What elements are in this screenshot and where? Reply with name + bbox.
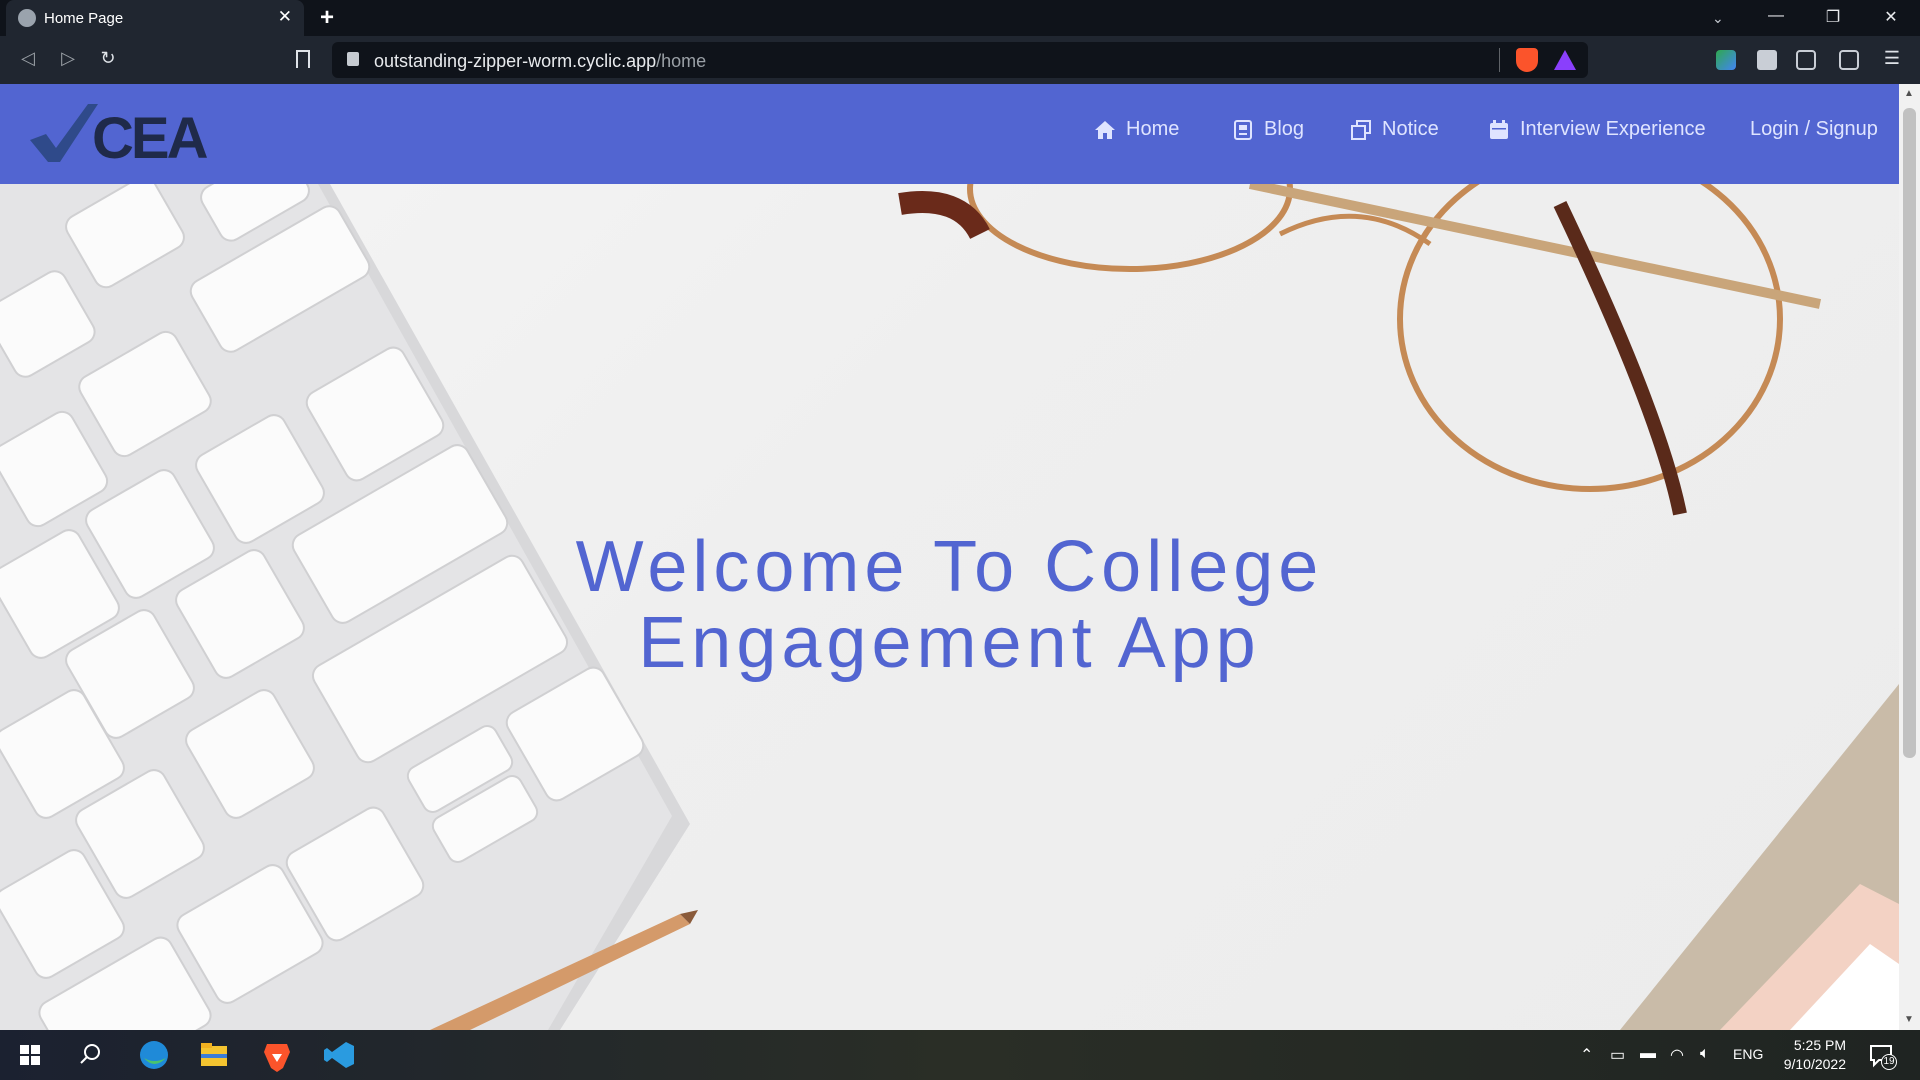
show-hidden-icons-icon[interactable]: ⌃: [1580, 1045, 1593, 1065]
calendar-icon: [1490, 119, 1508, 139]
glasses-illustration: [898, 184, 1822, 516]
tab-title: Home Page: [44, 10, 124, 27]
nav-home[interactable]: Home: [1094, 118, 1179, 141]
restore-icon[interactable]: ❐: [1818, 7, 1848, 27]
extensions-puzzle-icon[interactable]: [1757, 50, 1777, 70]
nav-interview-label: Interview Experience: [1520, 118, 1706, 140]
address-bar[interactable]: outstanding-zipper-worm.cyclic.app/home: [332, 42, 1588, 78]
hero-title-line-2: Engagement App: [638, 603, 1261, 683]
new-tab-button[interactable]: +: [320, 4, 334, 32]
notebook-illustration: [1620, 684, 1899, 1030]
lock-icon[interactable]: [347, 52, 359, 66]
notice-icon: [1351, 119, 1371, 140]
page-viewport: CEA Home Blog Notice Interview Experienc…: [0, 84, 1920, 1030]
volume-icon[interactable]: 🔈︎: [1700, 1045, 1710, 1063]
windows-start-icon[interactable]: [0, 1030, 60, 1080]
wifi-icon[interactable]: ◠: [1670, 1045, 1684, 1065]
site-navbar: CEA Home Blog Notice Interview Experienc…: [0, 84, 1899, 184]
nav-notice[interactable]: Notice: [1350, 118, 1439, 141]
menu-icon[interactable]: ☰: [1880, 48, 1904, 69]
file-explorer-icon[interactable]: [184, 1030, 244, 1080]
browser-tab-bar: Home Page ✕ + ⌄ — ❐ ✕: [0, 0, 1920, 36]
meet-now-icon[interactable]: ▭: [1610, 1045, 1625, 1065]
notification-count-badge: 19: [1881, 1054, 1897, 1070]
nav-blog[interactable]: Blog: [1232, 118, 1304, 141]
nav-login-signup[interactable]: Login / Signup: [1750, 118, 1878, 141]
url-path: /home: [656, 51, 707, 71]
playlist-icon[interactable]: [1796, 50, 1816, 70]
notification-center[interactable]: 19: [1867, 1040, 1897, 1070]
wallet-icon[interactable]: [1839, 50, 1859, 70]
nav-interview-experience[interactable]: Interview Experience: [1488, 118, 1706, 141]
tab-search-icon[interactable]: ⌄: [1712, 10, 1724, 27]
clock[interactable]: 5:25 PM 9/10/2022: [1762, 1036, 1846, 1074]
browser-tab[interactable]: Home Page ✕: [6, 0, 304, 36]
nav-login-label: Login / Signup: [1750, 118, 1878, 140]
logo-text: CEA: [92, 106, 208, 170]
windows-taskbar: ⌃ ▭ ▬ ◠ 🔈︎ ENG 5:25 PM 9/10/2022 19: [0, 1030, 1920, 1080]
url-host: outstanding-zipper-worm.cyclic.app: [374, 51, 657, 71]
hero-title: Welcome To College Engagement App: [0, 529, 1899, 681]
url-text[interactable]: outstanding-zipper-worm.cyclic.app/home: [374, 51, 706, 72]
browser-toolbar: ◁ ▷ ↻ outstanding-zipper-worm.cyclic.app…: [0, 36, 1920, 84]
cea-logo[interactable]: CEA: [30, 100, 220, 170]
nav-home-label: Home: [1126, 118, 1180, 140]
brave-shields-icon[interactable]: [1516, 48, 1538, 72]
minimize-icon[interactable]: —: [1761, 7, 1791, 25]
blog-icon: [1234, 119, 1252, 140]
close-tab-icon[interactable]: ✕: [278, 7, 292, 27]
battery-icon[interactable]: ▬: [1640, 1045, 1656, 1063]
back-icon[interactable]: ◁: [16, 48, 40, 69]
extension-icon[interactable]: [1716, 50, 1736, 70]
language-indicator[interactable]: ENG: [1733, 1046, 1763, 1062]
globe-icon: [18, 9, 36, 27]
vscode-icon[interactable]: [310, 1030, 370, 1080]
hero-title-line-1: Welcome To College: [575, 527, 1324, 607]
scroll-thumb[interactable]: [1903, 108, 1916, 758]
nav-blog-label: Blog: [1264, 118, 1305, 140]
nav-notice-label: Notice: [1382, 118, 1439, 140]
scroll-up-icon[interactable]: ▲: [1904, 88, 1914, 99]
scroll-down-icon[interactable]: ▼: [1904, 1014, 1914, 1025]
clock-date: 9/10/2022: [1783, 1056, 1846, 1072]
window-close-icon[interactable]: ✕: [1876, 7, 1906, 27]
address-divider: [1499, 48, 1500, 72]
edge-icon[interactable]: [124, 1030, 184, 1080]
hero-section: Welcome To College Engagement App: [0, 184, 1899, 1030]
forward-icon[interactable]: ▷: [56, 48, 80, 69]
search-icon[interactable]: [60, 1030, 120, 1080]
bookmark-icon[interactable]: [296, 50, 310, 68]
brave-rewards-icon[interactable]: [1554, 50, 1576, 70]
reload-icon[interactable]: ↻: [96, 48, 120, 69]
page-scrollbar[interactable]: ▲ ▼: [1899, 84, 1920, 1030]
clock-time: 5:25 PM: [1793, 1037, 1846, 1053]
home-icon: [1095, 120, 1115, 139]
brave-browser-icon[interactable]: [247, 1030, 307, 1080]
